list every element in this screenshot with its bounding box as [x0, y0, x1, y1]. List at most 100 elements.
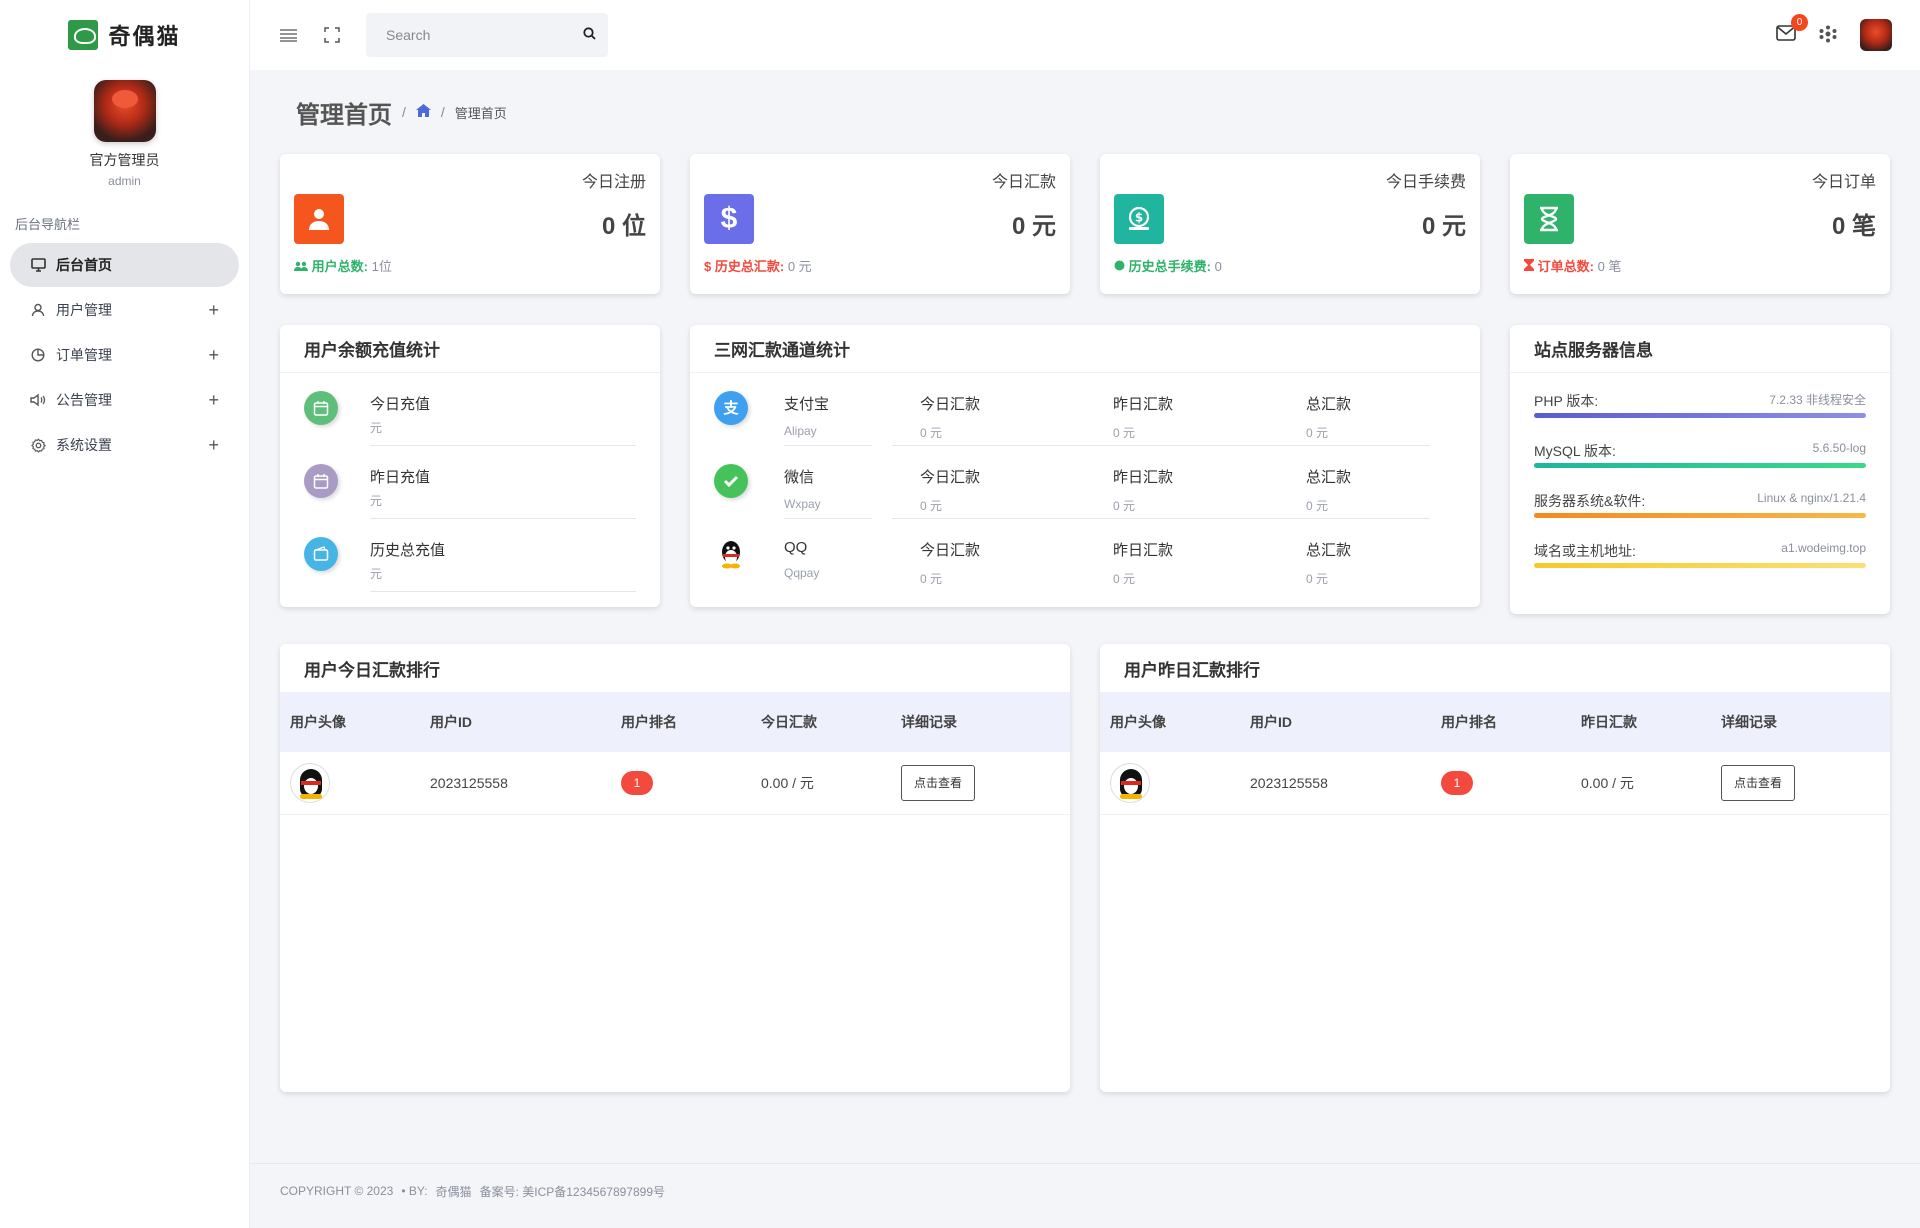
- stat-value: 0 元: [1011, 213, 1056, 240]
- server-info-item: 服务器系统&软件: Linux & nginx/1.21.4: [1534, 473, 1866, 523]
- recharge-label: 历史总充值: [370, 542, 446, 559]
- sidebar-item-notices[interactable]: 公告管理 +: [10, 378, 239, 422]
- today-value: 0 元: [920, 572, 943, 586]
- user-id: 2023125558: [1240, 752, 1431, 815]
- rank-today-table: 用户头像 用户ID 用户排名 今日汇款 详细记录 2023125558 1 0.…: [280, 692, 1070, 815]
- topbar-actions: 0: [1776, 0, 1892, 70]
- wechat-icon: [714, 464, 748, 498]
- brand-logo[interactable]: 奇偶猫: [0, 0, 249, 70]
- rank-badge: 1: [1441, 770, 1473, 795]
- svg-text:支: 支: [722, 399, 739, 417]
- logo-icon: [68, 20, 99, 50]
- hourglass-icon: [1524, 259, 1538, 274]
- view-details-button[interactable]: 点击查看: [901, 764, 976, 801]
- home-icon[interactable]: [415, 103, 431, 121]
- stat-value: 0 笔: [1831, 213, 1876, 240]
- sidebar-item-home[interactable]: 后台首页: [10, 243, 239, 287]
- total-label: 总汇款: [1306, 542, 1352, 559]
- column-header: 详细记录: [891, 692, 1070, 752]
- profile-avatar[interactable]: [93, 80, 156, 142]
- sidebar-item-label: 后台首页: [56, 257, 112, 273]
- sidebar-item-label: 用户管理: [56, 302, 112, 318]
- yesterday-label: 昨日汇款: [1113, 396, 1174, 413]
- stat-card-orders: 今日订单 0 笔 订单总数: 0 笔: [1510, 154, 1890, 294]
- qq-avatar: [1110, 762, 1150, 803]
- stat-footer-label: 用户总数:: [311, 259, 368, 274]
- table-row: 2023125558 1 0.00 / 元 点击查看: [1100, 752, 1890, 815]
- qq-avatar: [290, 762, 330, 803]
- plus-icon[interactable]: +: [208, 345, 219, 366]
- stat-footer-label: 订单总数:: [1537, 259, 1594, 274]
- stat-footer: 订单总数: 0 笔: [1524, 256, 1621, 275]
- money-bag-icon: $: [1114, 194, 1164, 244]
- sidebar-item-users[interactable]: 用户管理 +: [10, 288, 239, 332]
- topbar: 0: [250, 0, 1920, 70]
- stat-title: 今日手续费: [1385, 174, 1466, 191]
- server-info-key: PHP 版本:: [1534, 393, 1599, 409]
- recharge-value: 元: [370, 421, 383, 435]
- view-details-button[interactable]: 点击查看: [1721, 764, 1796, 801]
- qq-icon: [714, 537, 748, 571]
- today-value: 0 元: [920, 499, 943, 513]
- breadcrumb-separator: /: [440, 104, 445, 120]
- recharge-value: 元: [370, 567, 383, 581]
- fullscreen-icon[interactable]: [322, 25, 342, 45]
- sidebar: 奇偶猫 官方管理员 admin 后台导航栏 后台首页 用户管理 + 订单管理 +…: [0, 0, 250, 1228]
- stat-footer: 用户总数: 1位: [294, 256, 392, 275]
- server-info-key: 域名或主机地址:: [1534, 543, 1636, 559]
- yesterday-value: 0 元: [1113, 426, 1136, 440]
- progress-bar: [1534, 563, 1866, 568]
- menu-toggle-icon[interactable]: [278, 25, 298, 45]
- sidebar-item-label: 公告管理: [56, 392, 112, 408]
- theme-settings-icon[interactable]: [1818, 24, 1838, 47]
- sidebar-item-settings[interactable]: 系统设置 +: [10, 423, 239, 467]
- sidebar-item-label: 订单管理: [56, 347, 112, 363]
- recharge-label: 今日充值: [370, 396, 431, 413]
- copyright: COPYRIGHT © 2023: [280, 1184, 394, 1198]
- today-value: 0 元: [920, 426, 943, 440]
- footer-icp[interactable]: 备案号: 美ICP备1234567897899号: [480, 1183, 665, 1200]
- wallet-icon: [304, 537, 338, 571]
- dollar-icon: $: [704, 259, 712, 274]
- stat-footer-value: 0 元: [787, 259, 812, 274]
- channel-stats-card: 三网汇款通道统计 支 支付宝 Alipay 今日汇款 0 元 昨日汇款 0 元 总汇款…: [690, 325, 1480, 607]
- card-title: 用户余额充值统计: [280, 325, 660, 373]
- plus-icon[interactable]: +: [208, 390, 219, 411]
- plus-icon[interactable]: +: [208, 300, 219, 321]
- profile-name: 官方管理员: [89, 152, 160, 168]
- search-icon[interactable]: [583, 27, 596, 43]
- coin-icon: [1114, 259, 1129, 274]
- column-header: 用户ID: [1240, 692, 1431, 752]
- card-title: 站点服务器信息: [1510, 325, 1890, 373]
- gear-icon: [30, 437, 46, 453]
- total-label: 总汇款: [1306, 396, 1352, 413]
- total-value: 0 元: [1306, 426, 1329, 440]
- footer-by: • BY:: [401, 1184, 428, 1198]
- stat-footer: 历史总手续费: 0: [1114, 256, 1222, 275]
- server-info-value: Linux & nginx/1.21.4: [1757, 491, 1866, 505]
- column-header: 用户头像: [1100, 692, 1240, 752]
- yesterday-value: 0 元: [1113, 499, 1136, 513]
- stat-card-registrations: 今日注册 0 位 用户总数: 1位: [280, 154, 660, 294]
- amount: 0.00 / 元: [1571, 752, 1711, 815]
- stat-value: 0 位: [601, 213, 646, 240]
- server-info-value: 5.6.50-log: [1812, 441, 1866, 455]
- rank-today-card: 用户今日汇款排行 用户头像 用户ID 用户排名 今日汇款 详细记录 202312…: [280, 644, 1070, 1092]
- server-info-card: 站点服务器信息 PHP 版本: 7.2.33 非线程安全 MySQL 版本: 5…: [1510, 325, 1890, 614]
- plus-icon[interactable]: +: [208, 435, 219, 456]
- yesterday-value: 0 元: [1113, 572, 1136, 586]
- user-avatar[interactable]: [1860, 19, 1892, 51]
- nav-title: 后台导航栏: [15, 217, 81, 232]
- column-header: 用户头像: [280, 692, 420, 752]
- mail-button[interactable]: 0: [1776, 13, 1808, 46]
- channel-name: QQ: [784, 539, 808, 556]
- channel-name: 支付宝: [784, 396, 830, 413]
- channel-sub: Wxpay: [784, 497, 821, 511]
- users-icon: [294, 259, 312, 274]
- list-item: 昨日充值 元: [304, 446, 636, 519]
- search-input[interactable]: [386, 27, 583, 43]
- footer-author[interactable]: 奇偶猫: [436, 1183, 472, 1200]
- sidebar-item-orders[interactable]: 订单管理 +: [10, 333, 239, 377]
- column-header: 详细记录: [1711, 692, 1890, 752]
- footer: COPYRIGHT © 2023 • BY: 奇偶猫 备案号: 美ICP备123…: [250, 1163, 1920, 1218]
